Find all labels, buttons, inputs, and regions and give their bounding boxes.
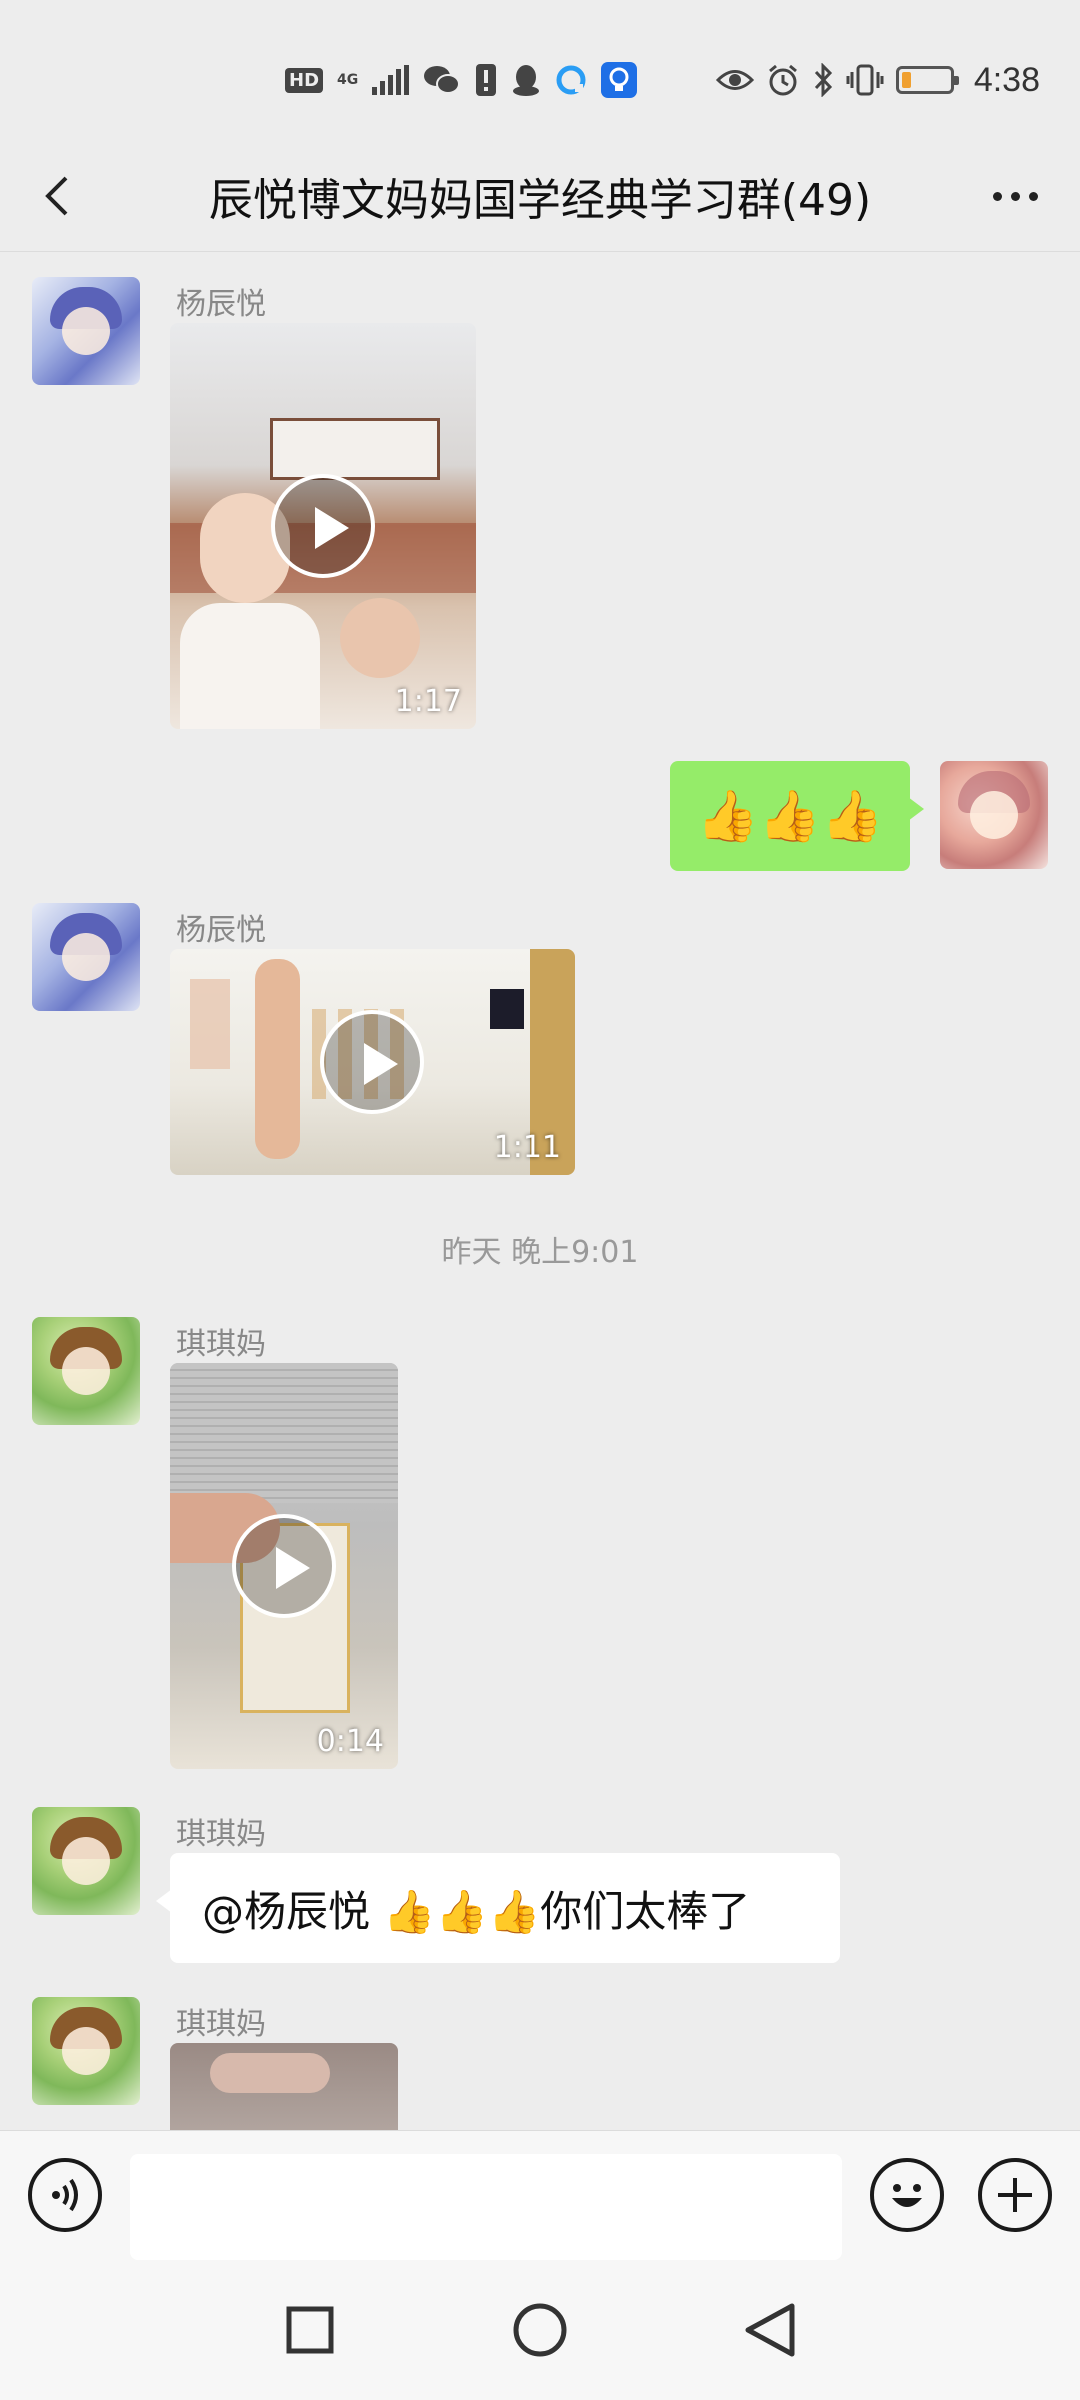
video-duration: 1:17 [394, 684, 462, 719]
chat-title: 辰悦博文妈妈国学经典学习群(49) [208, 175, 872, 226]
chat-header: 辰悦博文妈妈国学经典学习群(49) [0, 140, 1080, 252]
avatar[interactable] [32, 1317, 140, 1425]
video-duration: 0:14 [316, 1724, 384, 1759]
message-item: 琪琪妈 @杨辰悦 👍👍👍你们太棒了 [0, 1783, 1080, 1963]
avatar[interactable] [32, 277, 140, 385]
status-bar: HD 4G 4:38 [0, 0, 1080, 140]
chevron-left-icon [45, 176, 68, 216]
message-item: 杨辰悦 1:11 [0, 879, 1080, 1179]
voice-button[interactable] [28, 2158, 102, 2232]
avatar[interactable] [32, 903, 140, 1011]
text-bubble-self[interactable]: 👍👍👍 [670, 761, 924, 871]
avatar[interactable] [32, 1807, 140, 1915]
play-icon[interactable] [320, 1010, 424, 1114]
recents-icon [286, 2306, 334, 2354]
eye-icon [715, 62, 754, 98]
play-icon[interactable] [232, 1514, 336, 1618]
video-message[interactable]: 1:17 [170, 323, 476, 729]
message-input[interactable] [130, 2154, 842, 2260]
4g-icon: 4G [337, 62, 358, 98]
sender-name: 琪琪妈 [176, 1817, 266, 1852]
alarm-icon [766, 62, 800, 98]
bluetooth-icon [812, 62, 834, 98]
play-icon[interactable] [271, 474, 375, 578]
battery-level-fill [901, 72, 911, 88]
sender-name: 杨辰悦 [176, 287, 266, 322]
message-item: 👍👍👍 [0, 753, 1080, 883]
system-nav-bar [0, 2260, 1080, 2400]
back-button[interactable] [30, 166, 90, 226]
recents-button[interactable] [260, 2280, 360, 2380]
home-icon [513, 2303, 567, 2357]
battery-icon [895, 66, 959, 94]
back-icon [745, 2303, 795, 2357]
video-message[interactable]: 0:14 [170, 1363, 398, 1769]
vibrate-icon [846, 62, 884, 98]
plus-icon [998, 2178, 1032, 2212]
browser-icon [555, 62, 587, 98]
hd-label: HD [285, 67, 324, 93]
nav-back-button[interactable] [720, 2280, 820, 2380]
signal-icon [372, 65, 410, 95]
more-options-button[interactable] [980, 166, 1050, 226]
bulb-app-icon [601, 62, 638, 98]
text-bubble[interactable]: @杨辰悦 👍👍👍你们太棒了 [156, 1853, 840, 1963]
voice-icon [52, 2178, 78, 2212]
emoji-icon [892, 2184, 922, 2207]
status-right-icons: 4:38 [715, 58, 1040, 102]
emoji-button[interactable] [870, 2158, 944, 2232]
video-message[interactable]: 1:11 [170, 949, 575, 1175]
video-message[interactable] [170, 2043, 398, 2130]
avatar[interactable] [940, 761, 1048, 869]
home-button[interactable] [490, 2280, 590, 2380]
message-item: 琪琪妈 0:14 [0, 1293, 1080, 1773]
avatar[interactable] [32, 1997, 140, 2105]
sender-name: 杨辰悦 [176, 913, 266, 948]
alert-icon [475, 62, 497, 98]
input-bar [0, 2130, 1080, 2260]
sender-name: 琪琪妈 [176, 1327, 266, 1362]
network-label: 4G [337, 72, 359, 88]
message-list[interactable]: 杨辰悦 1:17 👍👍👍 杨辰悦 1:11 昨天 晚上9:01 琪琪妈 0:14… [0, 253, 1080, 2130]
wechat-icon [423, 62, 461, 98]
more-dots-icon [992, 191, 1002, 201]
clock-time: 4:38 [973, 60, 1040, 99]
message-item: 琪琪妈 [0, 1973, 1080, 2130]
hd-icon: HD [285, 62, 324, 98]
more-functions-button[interactable] [978, 2158, 1052, 2232]
video-duration: 1:11 [493, 1130, 561, 1165]
timestamp-divider: 昨天 晚上9:01 [441, 1235, 639, 1270]
sender-name: 琪琪妈 [176, 2007, 266, 2042]
message-item: 杨辰悦 1:17 [0, 253, 1080, 733]
status-left-icons: HD 4G [285, 58, 638, 102]
qq-icon [511, 62, 541, 98]
